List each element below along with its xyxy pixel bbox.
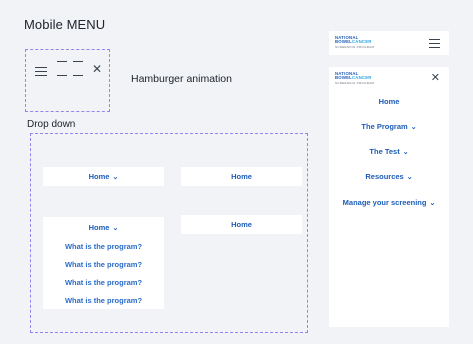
dropdown-subitem[interactable]: What is the program? xyxy=(43,296,164,305)
mobile-nav-resources[interactable]: Resources ⌄ xyxy=(329,172,449,181)
hamburger-icon[interactable] xyxy=(429,39,440,49)
home-link-label: Home xyxy=(231,220,252,229)
hamburger-animation-frame: ✕ xyxy=(25,49,110,112)
chevron-down-icon: ⌄ xyxy=(112,225,119,232)
chevron-down-icon: ⌄ xyxy=(410,124,417,131)
dropdown-subitem[interactable]: What is the program? xyxy=(43,242,164,251)
dropdown-subitem[interactable]: What is the program? xyxy=(43,260,164,269)
dropdown-home-label: Home xyxy=(88,223,110,232)
mobile-nav-home[interactable]: Home xyxy=(329,97,449,106)
dropdown-subitem[interactable]: What is the program? xyxy=(43,278,164,287)
hamburger-animation-label: Hamburger animation xyxy=(131,73,232,85)
mobile-nav-program[interactable]: The Program ⌄ xyxy=(329,122,449,131)
dropdown-collapsed[interactable]: Home ⌄ xyxy=(43,167,164,186)
chevron-down-icon: ⌄ xyxy=(429,200,436,207)
mobile-nav-manage-screening[interactable]: Manage your screening ⌄ xyxy=(329,198,449,207)
program-logo[interactable]: NATIONAL BOWELCANCER SCREENING PROGRAM xyxy=(335,35,374,49)
program-logo[interactable]: NATIONAL BOWELCANCER SCREENING PROGRAM xyxy=(335,71,374,85)
hamburger-icon[interactable] xyxy=(35,67,47,77)
dropdown-expanded[interactable]: Home ⌄ What is the program? What is the p… xyxy=(43,217,164,309)
home-link-card[interactable]: Home xyxy=(181,167,302,186)
home-link-label: Home xyxy=(231,172,252,181)
mobile-menu-open: NATIONAL BOWELCANCER SCREENING PROGRAM ✕… xyxy=(329,67,449,327)
chevron-down-icon: ⌄ xyxy=(112,174,119,181)
dropdown-label: Drop down xyxy=(27,119,76,130)
mobile-nav-test[interactable]: The Test ⌄ xyxy=(329,147,449,156)
hamburger-transition-icon xyxy=(57,61,85,79)
chevron-down-icon: ⌄ xyxy=(402,149,409,156)
close-icon[interactable]: ✕ xyxy=(92,63,102,75)
dropdown-frame: Home ⌄ Home Home ⌄ What is the program? Wh… xyxy=(30,133,308,333)
chevron-down-icon: ⌄ xyxy=(406,174,413,181)
dropdown-home-label: Home xyxy=(88,172,110,181)
page-title: Mobile MENU xyxy=(24,17,106,32)
close-icon[interactable]: ✕ xyxy=(431,73,440,84)
mobile-header-collapsed: NATIONAL BOWELCANCER SCREENING PROGRAM xyxy=(329,31,449,55)
home-link-card-active[interactable]: Home xyxy=(181,215,302,234)
